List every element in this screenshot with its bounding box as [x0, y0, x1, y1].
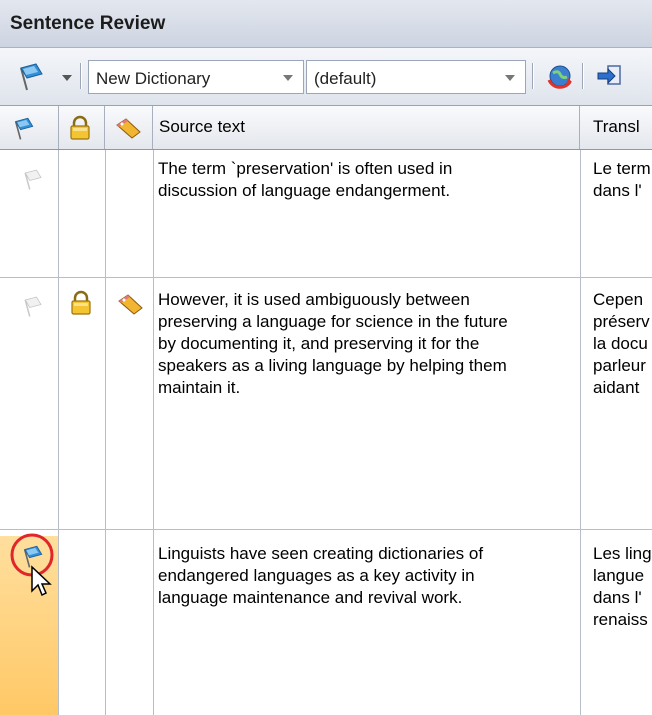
lock-column-header[interactable]: [59, 106, 105, 149]
flag-column-header[interactable]: [0, 106, 59, 149]
chevron-down-icon: [505, 75, 515, 81]
tag-column-header[interactable]: [105, 106, 153, 149]
column-divider: [580, 150, 581, 715]
flag-outline-icon[interactable]: [20, 294, 44, 318]
source-text-cell[interactable]: Linguists have seen creating dictionarie…: [158, 543, 580, 609]
chevron-down-icon: [283, 75, 293, 81]
lock-icon[interactable]: [68, 290, 94, 316]
source-text-cell[interactable]: The term `preservation' is often used in…: [158, 158, 580, 202]
toolbar-separator: [80, 63, 82, 89]
flag-outline-icon[interactable]: [20, 167, 44, 191]
column-divider: [105, 150, 106, 715]
flag-icon: [14, 117, 34, 140]
profile-select[interactable]: (default): [306, 60, 526, 94]
source-column-label: Source text: [159, 117, 245, 136]
source-column-header[interactable]: Source text: [153, 106, 580, 149]
flag-icon: [20, 63, 43, 91]
toolbar-separator: [532, 63, 534, 89]
sentence-grid: Source text Transl The term `preservatio…: [0, 106, 652, 715]
row-divider: [0, 277, 652, 278]
translation-column-label: Transl: [593, 117, 640, 136]
pencil-tag-icon: [116, 118, 141, 139]
column-divider: [153, 150, 154, 715]
insert-icon: [597, 65, 621, 85]
lock-icon: [70, 115, 90, 140]
translation-column-header[interactable]: Transl: [580, 106, 652, 149]
translation-cell[interactable]: Le term dans l': [593, 158, 652, 202]
flag-tool-button[interactable]: [14, 60, 46, 92]
profile-select-value: (default): [314, 69, 377, 88]
flag-dropdown-arrow[interactable]: [62, 75, 72, 81]
toolbar: New Dictionary (default): [0, 48, 652, 106]
pencil-tag-icon[interactable]: [116, 291, 144, 317]
panel-title: Sentence Review: [0, 0, 652, 48]
translation-cell[interactable]: Cepen préserv la docu parleur aidant: [593, 289, 652, 399]
insert-button[interactable]: [594, 60, 626, 92]
source-text-cell[interactable]: However, it is used ambiguously between …: [158, 289, 580, 399]
globe-refresh-icon: [547, 65, 572, 89]
dictionary-select[interactable]: New Dictionary: [88, 60, 304, 94]
mouse-cursor-icon: [31, 565, 52, 597]
sync-button[interactable]: [544, 60, 576, 92]
toolbar-separator: [582, 63, 584, 89]
row-divider: [0, 529, 652, 530]
column-divider: [58, 150, 59, 715]
grid-header: Source text Transl: [0, 106, 652, 150]
translation-cell[interactable]: Les ling langue dans l' renaiss: [593, 543, 652, 631]
dictionary-select-value: New Dictionary: [96, 69, 211, 88]
